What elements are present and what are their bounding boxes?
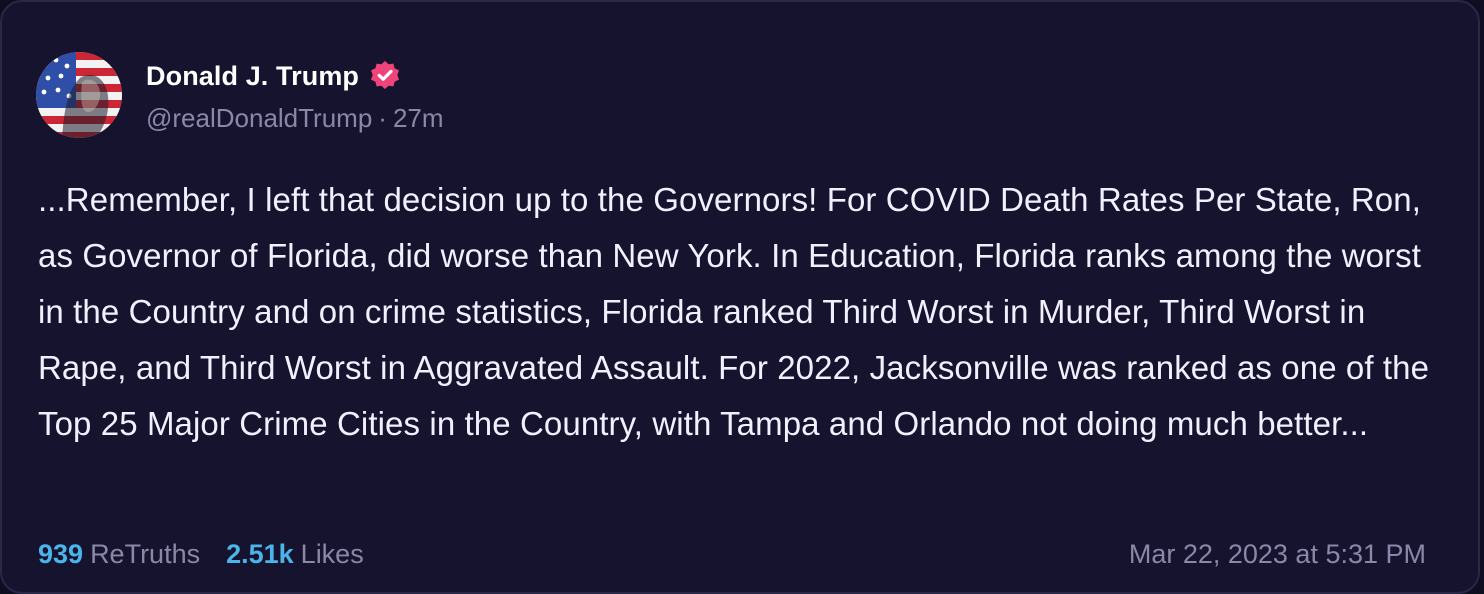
author-subline: @realDonaldTrump · 27m	[146, 103, 444, 134]
author-avatar[interactable]	[36, 52, 122, 138]
post-text: ...Remember, I left that decision up to …	[38, 181, 1430, 442]
author-name-row: Donald J. Trump	[146, 59, 444, 93]
retruths-stat[interactable]: 939 ReTruths	[38, 539, 200, 570]
likes-count: 2.51k	[226, 538, 294, 569]
author-name[interactable]: Donald J. Trump	[146, 61, 359, 92]
author-meta: Donald J. Trump @realDonaldTrump · 27m	[146, 52, 444, 134]
verified-badge-icon	[368, 59, 402, 93]
retruths-label: ReTruths	[90, 538, 201, 569]
post-card: Donald J. Trump @realDonaldTrump · 27m ...…	[0, 0, 1480, 594]
likes-stat[interactable]: 2.51k Likes	[226, 539, 364, 570]
post-footer: 939 ReTruths 2.51k Likes Mar 22, 2023 at 5…	[38, 532, 1426, 576]
post-header: Donald J. Trump @realDonaldTrump · 27m	[36, 52, 444, 138]
post-time-ago[interactable]: 27m	[393, 103, 444, 133]
likes-label: Likes	[300, 538, 364, 569]
post-timestamp: Mar 22, 2023 at 5:31 PM	[1128, 538, 1426, 569]
author-handle[interactable]: @realDonaldTrump	[146, 103, 372, 133]
avatar-image	[36, 52, 122, 138]
retruths-count: 939	[38, 538, 84, 569]
post-stats: 939 ReTruths 2.51k Likes	[38, 539, 364, 570]
separator-dot: ·	[378, 103, 387, 133]
